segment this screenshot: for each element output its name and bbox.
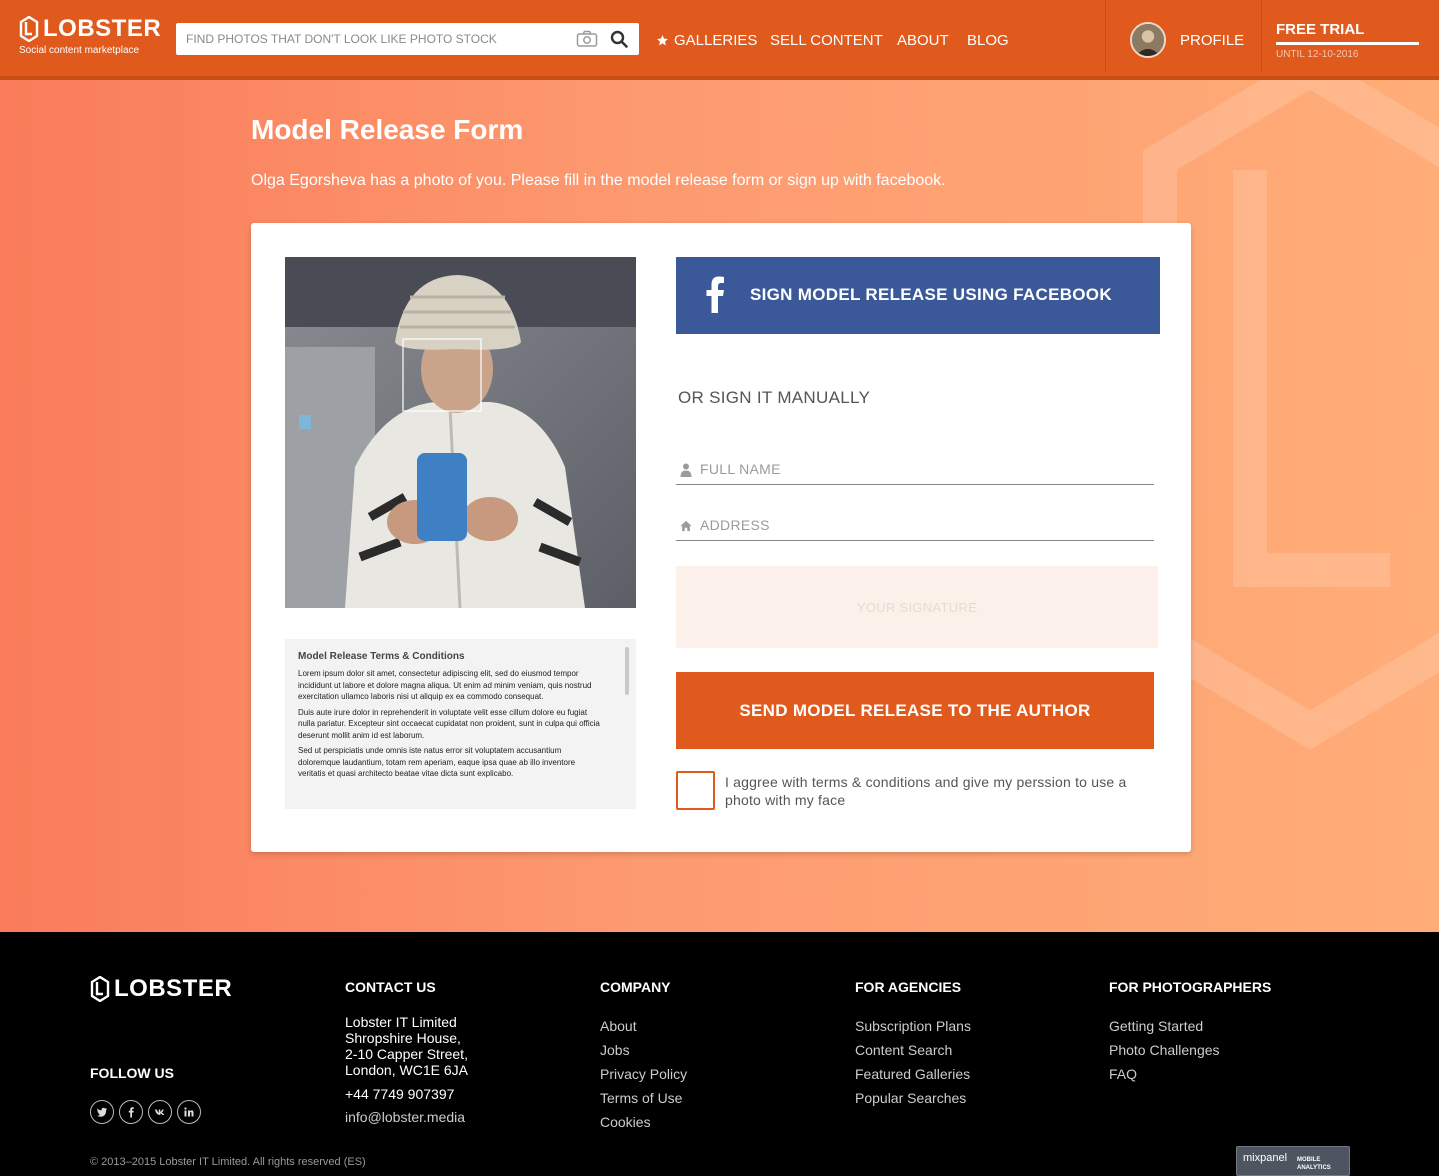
lobster-logo-icon <box>90 976 110 1002</box>
agree-label: I aggree with terms & conditions and giv… <box>725 774 1127 808</box>
trial-until-date: UNTIL 12-10-2016 <box>1276 49 1359 60</box>
footer-logo-wordmark: LOBSTER <box>114 975 233 1002</box>
social-links <box>90 1100 206 1124</box>
terms-paragraph: Duis aute irure dolor in reprehenderit i… <box>298 707 600 740</box>
facebook-icon[interactable] <box>119 1100 143 1124</box>
mixpanel-wordmark: mixpanel <box>1243 1152 1288 1164</box>
footer-link-jobs[interactable]: Jobs <box>600 1038 687 1062</box>
footer-agencies-heading: FOR AGENCIES <box>855 979 962 995</box>
footer-agencies-column: FOR AGENCIES Subscription Plans Content … <box>855 979 971 1110</box>
copyright-text: © 2013–2015 Lobster IT Limited. All righ… <box>90 1156 366 1168</box>
send-model-release-button[interactable]: SEND MODEL RELEASE TO THE AUTHOR <box>676 672 1154 749</box>
free-trial[interactable]: FREE TRIAL UNTIL 12-10-2016 <box>1276 21 1419 60</box>
nav-sell-content[interactable]: SELL CONTENT <box>770 32 883 49</box>
lobster-logo[interactable]: LOBSTER Social content marketplace <box>19 15 162 57</box>
search-bar <box>176 23 639 55</box>
full-name-field <box>676 455 1154 485</box>
signature-placeholder: YOUR SIGNATURE <box>856 599 978 615</box>
top-navigation-bar: LOBSTER Social content marketplace GALLE… <box>0 0 1439 80</box>
manual-sign-heading: OR SIGN IT MANUALLY <box>678 388 871 407</box>
nav-galleries-label: GALLERIES <box>674 32 758 49</box>
footer-link-terms-of-use[interactable]: Terms of Use <box>600 1086 687 1110</box>
avatar-image <box>1132 24 1164 56</box>
footer-link-subscription-plans[interactable]: Subscription Plans <box>855 1014 971 1038</box>
facebook-sign-label: SIGN MODEL RELEASE USING FACEBOOK <box>750 285 1112 304</box>
footer-address-line: 2-10 Capper Street, <box>345 1046 468 1062</box>
footer-phone[interactable]: +44 7749 907397 <box>345 1086 468 1102</box>
footer-link-faq[interactable]: FAQ <box>1109 1062 1271 1086</box>
profile-link[interactable]: PROFILE <box>1180 32 1244 49</box>
nav-about[interactable]: ABOUT <box>897 32 949 49</box>
vk-icon[interactable] <box>148 1100 172 1124</box>
main-content: Model Release Form Olga Egorsheva has a … <box>0 80 1439 932</box>
free-trial-title: FREE TRIAL <box>1276 21 1365 38</box>
header-divider <box>1261 0 1262 72</box>
footer-address: Lobster IT Limited Shropshire House, 2-1… <box>345 1014 468 1078</box>
follow-us-heading: FOLLOW US <box>90 1065 174 1081</box>
signature-pad[interactable]: YOUR SIGNATURE <box>676 566 1158 648</box>
header-divider <box>1105 0 1106 72</box>
photo-image <box>285 257 636 608</box>
address-field <box>676 511 1154 541</box>
terms-scroll-box[interactable]: Model Release Terms & Conditions Lorem i… <box>285 639 636 809</box>
user-icon <box>680 463 692 477</box>
facebook-sign-button[interactable]: SIGN MODEL RELEASE USING FACEBOOK <box>676 257 1160 334</box>
footer-contact-heading: CONTACT US <box>345 979 436 995</box>
logo-tagline: Social content marketplace <box>19 45 140 56</box>
footer-link-getting-started[interactable]: Getting Started <box>1109 1014 1271 1038</box>
terms-scrollbar[interactable] <box>625 647 629 695</box>
footer-address-line: Shropshire House, <box>345 1030 461 1046</box>
footer: LOBSTER FOLLOW US CONTACT US Lobster IT … <box>0 932 1439 1176</box>
camera-icon[interactable] <box>576 30 598 48</box>
terms-title: Model Release Terms & Conditions <box>298 651 465 662</box>
model-release-card: Model Release Terms & Conditions Lorem i… <box>251 223 1191 852</box>
footer-company-name: Lobster IT Limited <box>345 1014 457 1030</box>
page-title: Model Release Form <box>251 114 524 145</box>
footer-link-about[interactable]: About <box>600 1014 687 1038</box>
footer-contact-column: CONTACT US Lobster IT Limited Shropshire… <box>345 979 468 1125</box>
footer-photographers-column: FOR PHOTOGRAPHERS Getting Started Photo … <box>1109 979 1271 1086</box>
lobster-logo-icon <box>19 16 39 42</box>
avatar[interactable] <box>1130 22 1166 58</box>
trial-progress-bar <box>1276 42 1419 45</box>
nav-galleries[interactable]: GALLERIES <box>656 32 757 49</box>
footer-link-featured-galleries[interactable]: Featured Galleries <box>855 1062 971 1086</box>
home-icon <box>680 520 692 532</box>
model-photo <box>285 257 636 608</box>
star-icon <box>657 35 668 46</box>
facebook-icon <box>706 276 724 313</box>
footer-link-content-search[interactable]: Content Search <box>855 1038 971 1062</box>
linkedin-icon[interactable] <box>177 1100 201 1124</box>
footer-email[interactable]: info@lobster.media <box>345 1109 468 1125</box>
agree-checkbox[interactable] <box>676 771 715 810</box>
footer-photographers-heading: FOR PHOTOGRAPHERS <box>1109 979 1272 995</box>
twitter-icon[interactable] <box>90 1100 114 1124</box>
footer-link-popular-searches[interactable]: Popular Searches <box>855 1086 971 1110</box>
mixpanel-badge[interactable]: mixpanel MOBILE ANALYTICS <box>1236 1146 1350 1176</box>
mixpanel-subtitle: MOBILE ANALYTICS <box>1297 1157 1331 1171</box>
footer-link-photo-challenges[interactable]: Photo Challenges <box>1109 1038 1271 1062</box>
nav-blog[interactable]: BLOG <box>967 32 1009 49</box>
page-subtitle: Olga Egorsheva has a photo of you. Pleas… <box>251 172 946 189</box>
footer-link-cookies[interactable]: Cookies <box>600 1110 687 1134</box>
terms-paragraph: Sed ut perspiciatis unde omnis iste natu… <box>298 746 576 778</box>
footer-logo[interactable]: LOBSTER <box>90 976 232 1002</box>
logo-wordmark: LOBSTER <box>43 15 162 42</box>
address-input[interactable] <box>700 511 1140 539</box>
terms-paragraph: Lorem ipsum dolor sit amet, consectetur … <box>298 669 592 701</box>
footer-company-column: COMPANY About Jobs Privacy Policy Terms … <box>600 979 687 1134</box>
footer-link-privacy-policy[interactable]: Privacy Policy <box>600 1062 687 1086</box>
search-icon[interactable] <box>610 30 628 48</box>
footer-company-heading: COMPANY <box>600 979 671 995</box>
full-name-input[interactable] <box>700 455 1140 483</box>
nav-about-label: ABOUT <box>897 32 949 49</box>
nav-blog-label: BLOG <box>967 32 1009 49</box>
footer-address-line: London, WC1E 6JA <box>345 1062 468 1078</box>
nav-sell-content-label: SELL CONTENT <box>770 32 883 49</box>
search-input[interactable] <box>176 23 566 55</box>
